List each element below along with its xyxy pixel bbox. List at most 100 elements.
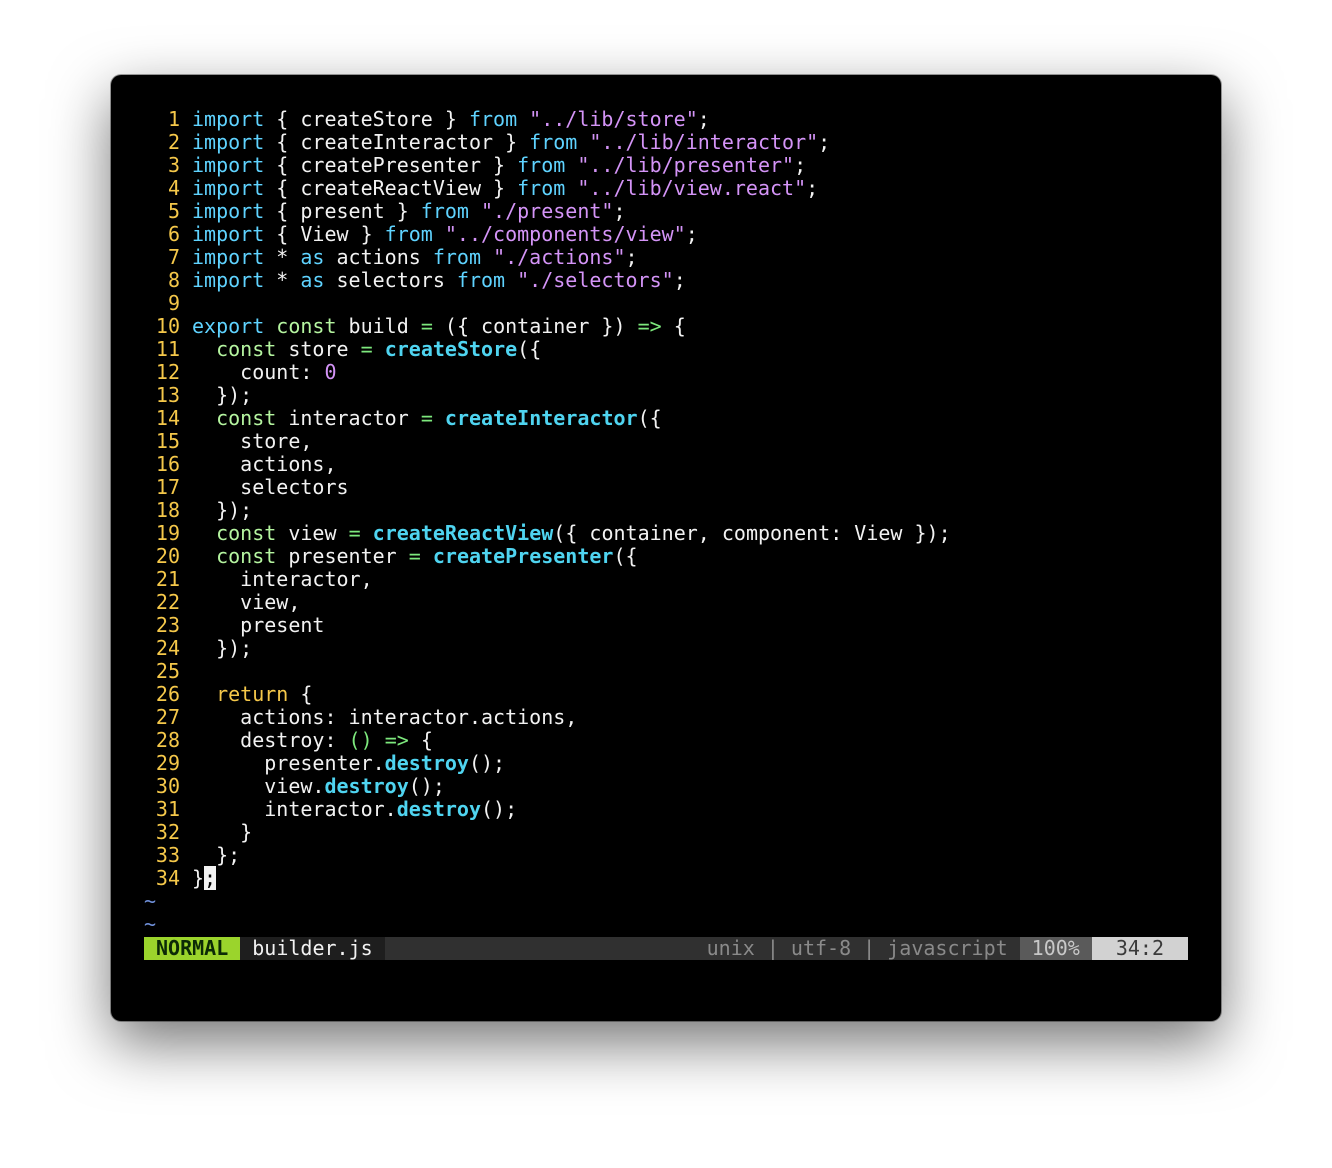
code-token: view, <box>192 590 301 614</box>
code-token: import <box>192 245 265 269</box>
code-line[interactable]: 3 import { createPresenter } from "../lib… <box>144 154 951 177</box>
line-number: 18 <box>155 498 180 522</box>
code-line[interactable]: 29 presenter.destroy(); <box>144 752 951 775</box>
code-line[interactable]: 32 } <box>144 821 951 844</box>
code-line[interactable]: 17 selectors <box>144 476 951 499</box>
code-line[interactable]: 21 interactor, <box>144 568 951 591</box>
line-number: 3 <box>167 153 180 177</box>
line-number: 33 <box>155 843 180 867</box>
code-token: import <box>192 222 265 246</box>
code-line[interactable]: 6 import { View } from "../components/vie… <box>144 223 951 246</box>
code-token: actions <box>324 245 433 269</box>
code-token: "./selectors" <box>517 268 674 292</box>
code-line[interactable]: 12 count: 0 <box>144 361 951 384</box>
code-token: actions: interactor.actions, <box>192 705 578 729</box>
code-line[interactable]: 30 view.destroy(); <box>144 775 951 798</box>
scroll-percent: 100% <box>1019 937 1092 960</box>
code-token: import <box>192 153 265 177</box>
code-token: ({ <box>517 337 542 361</box>
code-line[interactable]: 7 import * as actions from "./actions"; <box>144 246 951 269</box>
code-token: from <box>432 245 482 269</box>
mode-indicator: NORMAL <box>144 937 241 960</box>
code-line[interactable]: 1 import { createStore } from "../lib/sto… <box>144 108 951 131</box>
line-number: 22 <box>155 590 180 614</box>
code-token: ({ <box>637 406 662 430</box>
code-token: selectors <box>324 268 457 292</box>
code-line[interactable]: 24 }); <box>144 637 951 660</box>
code-token: from <box>529 130 578 154</box>
empty-line-tilde: ~ <box>144 889 157 913</box>
code-line[interactable]: 26 return { <box>144 683 951 706</box>
code-editor[interactable]: 1 import { createStore } from "../lib/sto… <box>144 108 951 936</box>
code-token: { createReactView } <box>264 176 518 200</box>
line-number: 4 <box>167 176 180 200</box>
code-token: return <box>216 682 289 706</box>
code-line[interactable]: 31 interactor.destroy(); <box>144 798 951 821</box>
code-token: presenter <box>276 544 409 568</box>
code-line[interactable]: 8 import * as selectors from "./selectors… <box>144 269 951 292</box>
code-line[interactable]: 5 import { present } from "./present"; <box>144 200 951 223</box>
code-token: ; <box>806 176 819 200</box>
code-line[interactable]: 33 }; <box>144 844 951 867</box>
code-line[interactable]: 9 <box>144 292 951 315</box>
code-line[interactable]: 19 const view = createReactView({ contai… <box>144 522 951 545</box>
code-token: } <box>192 866 205 890</box>
statusline-spacer <box>385 937 695 960</box>
code-line[interactable]: 28 destroy: () => { <box>144 729 951 752</box>
code-token: import <box>192 199 265 223</box>
code-token: "../lib/presenter" <box>577 153 795 177</box>
code-token: from <box>420 199 469 223</box>
code-line[interactable]: 15 store, <box>144 430 951 453</box>
code-line[interactable]: 25 <box>144 660 951 683</box>
code-line[interactable]: 16 actions, <box>144 453 951 476</box>
code-line[interactable]: 18 }); <box>144 499 951 522</box>
code-token: ; <box>625 245 638 269</box>
code-token: "./actions" <box>493 245 626 269</box>
line-number: 26 <box>155 682 180 706</box>
code-token: from <box>517 153 566 177</box>
line-number: 14 <box>155 406 180 430</box>
line-number: 5 <box>167 199 180 223</box>
code-token: from <box>517 176 566 200</box>
code-token: actions, <box>192 452 337 476</box>
code-token: ; <box>697 107 710 131</box>
code-token: () <box>348 728 373 752</box>
code-token: = <box>420 314 433 338</box>
code-token: "../components/view" <box>444 222 686 246</box>
code-line[interactable]: 10 export const build = ({ container }) =… <box>144 315 951 338</box>
line-number: 2 <box>167 130 180 154</box>
code-line[interactable]: 11 const store = createStore({ <box>144 338 951 361</box>
code-token: "../lib/store" <box>529 107 698 131</box>
code-token: import <box>192 107 265 131</box>
code-line[interactable]: 14 const interactor = createInteractor({ <box>144 407 951 430</box>
code-token: destroy <box>384 751 469 775</box>
code-token: { createStore } <box>264 107 469 131</box>
code-line[interactable]: 13 }); <box>144 384 951 407</box>
code-token: { createPresenter } <box>264 153 518 177</box>
code-line[interactable]: 27 actions: interactor.actions, <box>144 706 951 729</box>
code-line[interactable]: 34}; <box>144 866 951 890</box>
code-token: from <box>456 268 506 292</box>
code-token: presenter. <box>192 751 385 775</box>
code-token: const <box>216 521 277 545</box>
code-token: export <box>192 314 265 338</box>
code-token: { View } <box>264 222 385 246</box>
code-line[interactable]: 4 import { createReactView } from "../lib… <box>144 177 951 200</box>
code-line[interactable]: 22 view, <box>144 591 951 614</box>
code-token: const <box>216 337 277 361</box>
line-number: 1 <box>167 107 180 131</box>
code-token: createReactView <box>372 521 554 545</box>
code-line[interactable]: 20 const presenter = createPresenter({ <box>144 545 951 568</box>
code-token: import <box>192 268 265 292</box>
code-token: (); <box>468 751 506 775</box>
code-line[interactable]: 23 present <box>144 614 951 637</box>
line-number: 13 <box>155 383 180 407</box>
code-line[interactable]: 2 import { createInteractor } from "../li… <box>144 131 951 154</box>
code-token: ({ container }) <box>432 314 638 338</box>
